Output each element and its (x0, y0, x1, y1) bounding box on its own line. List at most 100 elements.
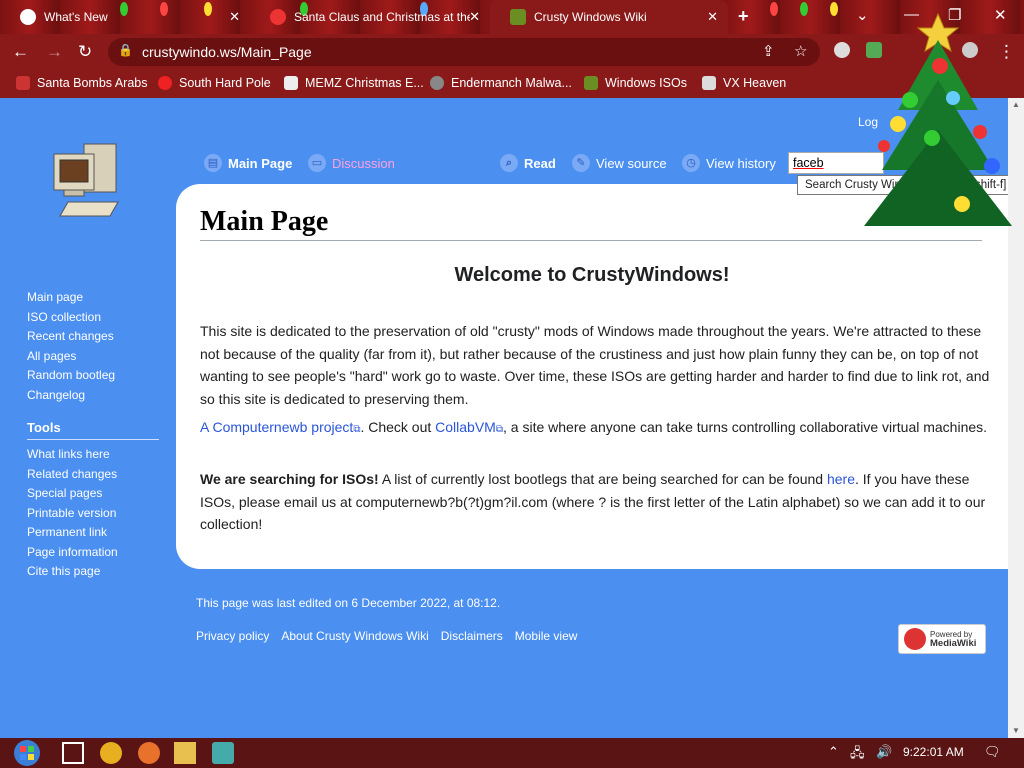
tab-discussion[interactable]: ▭ Discussion (308, 154, 395, 172)
tab-crusty-windows-wiki[interactable]: Crusty Windows Wiki ✕ (490, 0, 728, 34)
task-view-icon[interactable] (62, 742, 84, 764)
footer-link-disclaimers[interactable]: Disclaimers (441, 629, 503, 643)
magnifier-icon: ⌕ (500, 154, 518, 172)
url-text[interactable]: crustywindo.ws/Main_Page (142, 44, 312, 60)
bookmark-icon (584, 76, 598, 90)
sidebar-tools-heading: Tools (27, 420, 159, 440)
close-icon[interactable]: ✕ (707, 9, 718, 25)
bookmark-label: Windows ISOs (605, 76, 687, 90)
sidebar-item-printable-version[interactable]: Printable version (27, 504, 159, 524)
sidebar-tools: Tools What links here Related changes Sp… (27, 420, 159, 582)
forward-icon[interactable]: → (46, 42, 63, 62)
christmas-light-icon (770, 2, 778, 16)
christmas-light-icon (800, 2, 808, 16)
sidebar-item-all-pages[interactable]: All pages (27, 347, 159, 367)
network-icon[interactable]: 🖧 (850, 744, 865, 766)
bookmark-memz-christmas[interactable]: MEMZ Christmas E... (284, 76, 424, 90)
sidebar-item-special-pages[interactable]: Special pages (27, 484, 159, 504)
searching-paragraph: We are searching for ISOs! A list of cur… (200, 468, 990, 536)
scroll-down-icon[interactable]: ▼ (1012, 726, 1020, 735)
tab-label: Read (524, 155, 556, 171)
footer-link-privacy-policy[interactable]: Privacy policy (196, 629, 269, 643)
tab-santa-claus[interactable]: Santa Claus and Christmas at the ✕ (250, 0, 490, 34)
bookmark-santa-bombs-arabs[interactable]: Santa Bombs Arabs (16, 76, 147, 90)
collabvm-link[interactable]: CollabVM (435, 419, 496, 435)
sidebar-item-main-page[interactable]: Main page (27, 288, 159, 308)
footer-link-about[interactable]: About Crusty Windows Wiki (281, 629, 428, 643)
page-title: Main Page (200, 206, 329, 237)
tab-title: What's New (44, 10, 108, 24)
snowflake-icon (158, 76, 172, 90)
bookmark-icon (430, 76, 444, 90)
new-tab-button[interactable]: + (738, 6, 749, 27)
computernewb-project-link[interactable]: A Computernewb project (200, 419, 353, 435)
here-link[interactable]: here (827, 471, 855, 487)
volume-icon[interactable]: 🔊 (876, 744, 892, 760)
sidebar-item-iso-collection[interactable]: ISO collection (27, 308, 159, 328)
title-divider (200, 240, 982, 241)
sidebar-item-random-bootleg[interactable]: Random bootleg (27, 366, 159, 386)
lock-icon[interactable]: 🔒 (118, 43, 133, 57)
page-icon: ▤ (204, 154, 222, 172)
reload-icon[interactable]: ↻ (78, 42, 92, 62)
notifications-icon[interactable]: 🗨 (984, 744, 1001, 760)
sidebar-item-page-information[interactable]: Page information (27, 543, 159, 563)
share-icon[interactable]: ⇪ (762, 42, 775, 60)
tab-view-history[interactable]: ◷ View history (682, 154, 776, 172)
bookmark-vx-heaven[interactable]: VX Heaven (702, 76, 786, 90)
wiki-favicon-icon (510, 9, 526, 25)
tab-read[interactable]: ⌕ Read (500, 154, 556, 172)
paragraph-text: , a site where anyone can take turns con… (503, 419, 988, 435)
close-icon[interactable]: ✕ (229, 9, 240, 25)
app-taskbar-icon[interactable] (212, 742, 234, 764)
bookmark-icon (16, 76, 30, 90)
tab-label: Main Page (228, 155, 293, 171)
tray-chevron-up-icon[interactable]: ⌃ (828, 744, 839, 760)
search-input-value[interactable]: faceb (793, 156, 824, 170)
back-icon[interactable]: ← (12, 42, 29, 62)
welcome-heading: Welcome to CrustyWindows! (454, 264, 730, 286)
speech-bubble-icon: ▭ (308, 154, 326, 172)
sidebar-item-permanent-link[interactable]: Permanent link (27, 523, 159, 543)
last-edited-text: This page was last edited on 6 December … (196, 596, 501, 610)
bookmark-windows-isos[interactable]: Windows ISOs (584, 76, 687, 90)
bookmark-south-hard-pole[interactable]: South Hard Pole (158, 76, 271, 90)
extension-icon[interactable] (834, 42, 850, 58)
bookmark-label: Santa Bombs Arabs (37, 76, 148, 90)
wiki-page: Log Main page ISO collection Recent chan… (0, 98, 1008, 738)
tab-title: Crusty Windows Wiki (534, 10, 647, 24)
bookmark-label: VX Heaven (723, 76, 787, 90)
sidebar-item-what-links-here[interactable]: What links here (27, 445, 159, 465)
pencil-icon: ✎ (572, 154, 590, 172)
paragraph-text: A list of currently lost bootlegs that a… (378, 471, 827, 487)
sidebar-item-changelog[interactable]: Changelog (27, 386, 159, 406)
chrome-taskbar-icon[interactable] (100, 742, 122, 764)
tab-main-page[interactable]: ▤ Main Page (204, 154, 292, 172)
sidebar-item-related-changes[interactable]: Related changes (27, 465, 159, 485)
tab-label: View history (706, 155, 776, 171)
bookmark-star-icon[interactable]: ☆ (794, 42, 807, 60)
sidebar-item-recent-changes[interactable]: Recent changes (27, 327, 159, 347)
taskbar-clock[interactable]: 9:22:01 AM (903, 745, 964, 759)
santa-icon (270, 9, 286, 25)
mediawiki-flower-icon (904, 628, 926, 650)
main-content: Main Page Welcome to CrustyWindows! This… (176, 184, 1008, 569)
bookmark-label: South Hard Pole (179, 76, 271, 90)
tab-view-source[interactable]: ✎ View source (572, 154, 667, 172)
close-icon[interactable]: ✕ (469, 9, 480, 25)
start-button-icon[interactable] (8, 738, 46, 768)
sidebar-item-cite-this-page[interactable]: Cite this page (27, 562, 159, 582)
bookmark-label: MEMZ Christmas E... (305, 76, 424, 90)
bookmark-icon (284, 76, 298, 90)
history-clock-icon: ◷ (682, 154, 700, 172)
tab-title: Santa Claus and Christmas at the (294, 10, 470, 24)
file-explorer-icon[interactable] (174, 742, 196, 764)
address-bar[interactable]: 🔒 crustywindo.ws/Main_Page ⇪ ☆ (108, 38, 820, 66)
tab-whats-new[interactable]: What's New ✕ (0, 0, 250, 34)
wiki-logo-computer-icon[interactable] (50, 140, 126, 220)
firefox-taskbar-icon[interactable] (138, 742, 160, 764)
bookmark-endermanch-malware[interactable]: Endermanch Malwa... (430, 76, 572, 90)
footer-link-mobile-view[interactable]: Mobile view (515, 629, 578, 643)
powered-by-mediawiki-badge[interactable]: Powered by MediaWiki (898, 624, 986, 654)
project-paragraph: A Computernewb project ⧉ . Check out Colla… (200, 416, 990, 442)
